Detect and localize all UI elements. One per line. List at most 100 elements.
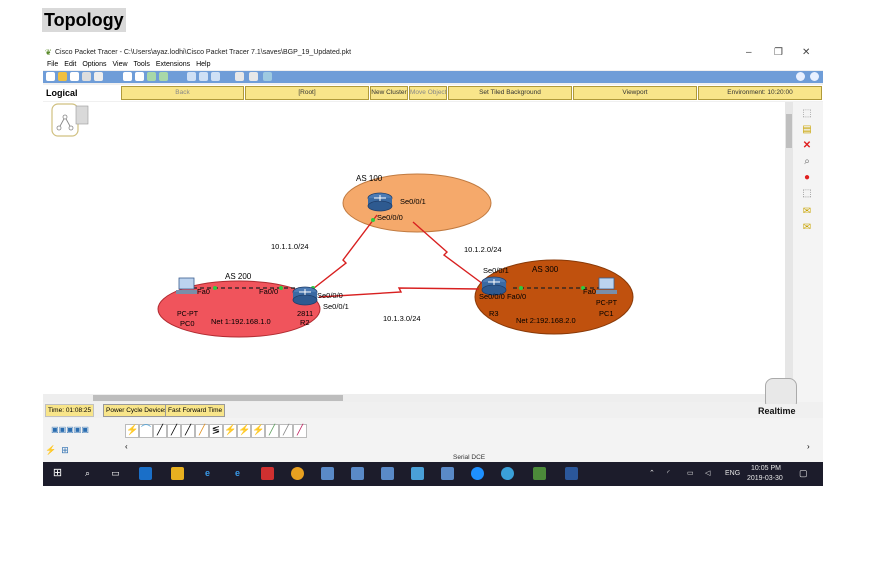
cluster-icon[interactable] bbox=[51, 103, 89, 137]
chevron-up-icon[interactable]: ⌃ bbox=[649, 470, 655, 478]
chrome-icon[interactable] bbox=[291, 467, 304, 480]
octal-cable-icon[interactable]: ⚡ bbox=[251, 424, 265, 438]
device-list-right-arrow[interactable]: › bbox=[807, 442, 810, 451]
note-tool-icon[interactable]: ▤ bbox=[801, 124, 813, 136]
back-button[interactable]: Back bbox=[121, 86, 244, 100]
realtime-mode-label[interactable]: Realtime bbox=[758, 406, 796, 416]
drawing-palette-icon[interactable] bbox=[235, 72, 244, 81]
skype-icon[interactable] bbox=[471, 467, 484, 480]
auto-connection-icon[interactable]: ⚡ bbox=[125, 424, 139, 438]
zoom-in-icon[interactable] bbox=[187, 72, 196, 81]
menu-extensions[interactable]: Extensions bbox=[156, 61, 190, 68]
rsa-token-icon[interactable] bbox=[261, 467, 274, 480]
close-button[interactable]: ✕ bbox=[802, 46, 810, 60]
paste-icon[interactable] bbox=[135, 72, 144, 81]
network-info-icon[interactable] bbox=[263, 72, 272, 81]
app-icon[interactable] bbox=[501, 467, 514, 480]
app-icon[interactable] bbox=[351, 467, 364, 480]
app-icon[interactable] bbox=[411, 467, 424, 480]
clock-time[interactable]: 10:05 PM bbox=[751, 465, 781, 473]
app-icon[interactable] bbox=[381, 467, 394, 480]
search-icon[interactable]: ⌕ bbox=[81, 467, 94, 480]
viewport-button[interactable]: Viewport bbox=[573, 86, 697, 100]
device-list-left-arrow[interactable]: ‹ bbox=[125, 442, 128, 451]
serial-link-r1-r2[interactable] bbox=[308, 214, 378, 293]
network-icon[interactable]: ◜ bbox=[667, 470, 670, 478]
move-object-button[interactable]: Move Object bbox=[409, 86, 447, 100]
packet-tracer-taskbar-icon[interactable] bbox=[533, 467, 546, 480]
activity-wizard-icon[interactable] bbox=[94, 72, 103, 81]
iot-custom-cable-icon[interactable]: ╱ bbox=[265, 424, 279, 438]
custom-cable-icon[interactable]: ╱ bbox=[293, 424, 307, 438]
pc0-computer-icon[interactable] bbox=[176, 277, 197, 294]
menu-tools[interactable]: Tools bbox=[134, 61, 150, 68]
app-icon[interactable] bbox=[441, 467, 454, 480]
select-tool-icon[interactable]: ⬚ bbox=[801, 108, 813, 120]
zoom-reset-icon[interactable] bbox=[199, 72, 208, 81]
internet-explorer-icon[interactable]: e bbox=[231, 467, 244, 480]
info-icon[interactable] bbox=[796, 72, 805, 81]
add-simple-pdu-icon[interactable]: ✉ bbox=[801, 206, 813, 218]
serial-dce-cable-icon[interactable]: ⚡ bbox=[223, 424, 237, 438]
zoom-out-icon[interactable] bbox=[211, 72, 220, 81]
open-folder-icon[interactable] bbox=[58, 72, 67, 81]
serial-dte-cable-icon[interactable]: ⚡ bbox=[237, 424, 251, 438]
menu-file[interactable]: File bbox=[47, 61, 58, 68]
coaxial-cable-icon[interactable]: ≶ bbox=[209, 424, 223, 438]
delete-tool-icon[interactable]: ✕ bbox=[801, 140, 813, 152]
app-icon[interactable] bbox=[321, 467, 334, 480]
resize-shape-tool-icon[interactable]: ⬚ bbox=[801, 188, 813, 200]
root-button[interactable]: [Root] bbox=[245, 86, 369, 100]
notifications-icon[interactable]: ▢ bbox=[799, 469, 808, 478]
edge-browser-icon[interactable]: e bbox=[201, 467, 214, 480]
phone-cable-icon[interactable]: ╱ bbox=[195, 424, 209, 438]
custom-device-icon[interactable] bbox=[249, 72, 258, 81]
file-explorer-icon[interactable] bbox=[171, 467, 184, 480]
serial-link-r2-r3[interactable] bbox=[318, 287, 480, 298]
task-view-icon[interactable]: ▭ bbox=[109, 467, 122, 480]
workspace-vertical-scrollbar[interactable] bbox=[785, 102, 793, 394]
minimize-button[interactable]: – bbox=[746, 46, 752, 60]
menu-edit[interactable]: Edit bbox=[64, 61, 76, 68]
volume-icon[interactable]: ◁ bbox=[705, 470, 710, 478]
cross-over-cable-icon[interactable]: ╱ bbox=[167, 424, 181, 438]
maximize-button[interactable]: ❐ bbox=[774, 46, 783, 60]
vertical-scroll-thumb[interactable] bbox=[786, 114, 792, 148]
clock-date[interactable]: 2019-03-30 bbox=[747, 475, 783, 483]
new-file-icon[interactable] bbox=[46, 72, 55, 81]
power-cycle-devices-button[interactable]: Power Cycle Devices bbox=[103, 404, 171, 417]
router-r2[interactable] bbox=[292, 286, 318, 306]
battery-icon[interactable]: ▭ bbox=[687, 470, 694, 478]
copy-icon[interactable] bbox=[123, 72, 132, 81]
menu-view[interactable]: View bbox=[112, 61, 127, 68]
redo-icon[interactable] bbox=[159, 72, 168, 81]
environment-button[interactable]: Environment: 10:20:00 bbox=[698, 86, 822, 100]
inspect-tool-icon[interactable]: ⌕ bbox=[801, 156, 813, 168]
save-icon[interactable] bbox=[70, 72, 79, 81]
windows-start-icon[interactable]: ⊞ bbox=[51, 467, 64, 480]
word-icon[interactable] bbox=[565, 467, 578, 480]
new-cluster-button[interactable]: New Cluster bbox=[370, 86, 408, 100]
menu-options[interactable]: Options bbox=[82, 61, 106, 68]
connections-category-icon[interactable]: ⚡ bbox=[45, 444, 57, 456]
usb-cable-icon[interactable]: ╱ bbox=[279, 424, 293, 438]
workspace-horizontal-scrollbar[interactable] bbox=[43, 394, 785, 402]
fast-forward-time-button[interactable]: Fast Forward Time bbox=[165, 404, 226, 417]
horizontal-scroll-thumb[interactable] bbox=[93, 395, 343, 401]
help-icon[interactable] bbox=[810, 72, 819, 81]
logical-workspace[interactable]: AS 100 AS 200 AS 300 Se0/0/1 Se0/0/0 10.… bbox=[43, 102, 785, 394]
grid-view-icon[interactable]: ⊞ bbox=[59, 444, 71, 456]
menu-help[interactable]: Help bbox=[196, 61, 210, 68]
logical-workspace-label[interactable]: Logical bbox=[46, 87, 78, 99]
fiber-cable-icon[interactable]: ╱ bbox=[181, 424, 195, 438]
router-r1[interactable] bbox=[367, 192, 393, 212]
console-cable-icon[interactable]: ⌒ bbox=[139, 424, 153, 438]
outlook-icon[interactable] bbox=[139, 467, 152, 480]
straight-through-cable-icon[interactable]: ╱ bbox=[153, 424, 167, 438]
undo-icon[interactable] bbox=[147, 72, 156, 81]
print-icon[interactable] bbox=[82, 72, 91, 81]
device-categories-icon[interactable]: ▣▣▣▣▣ bbox=[45, 424, 95, 436]
language-indicator[interactable]: ENG bbox=[725, 470, 740, 478]
add-complex-pdu-icon[interactable]: ✉ bbox=[801, 222, 813, 234]
set-tiled-background-button[interactable]: Set Tiled Background bbox=[448, 86, 572, 100]
